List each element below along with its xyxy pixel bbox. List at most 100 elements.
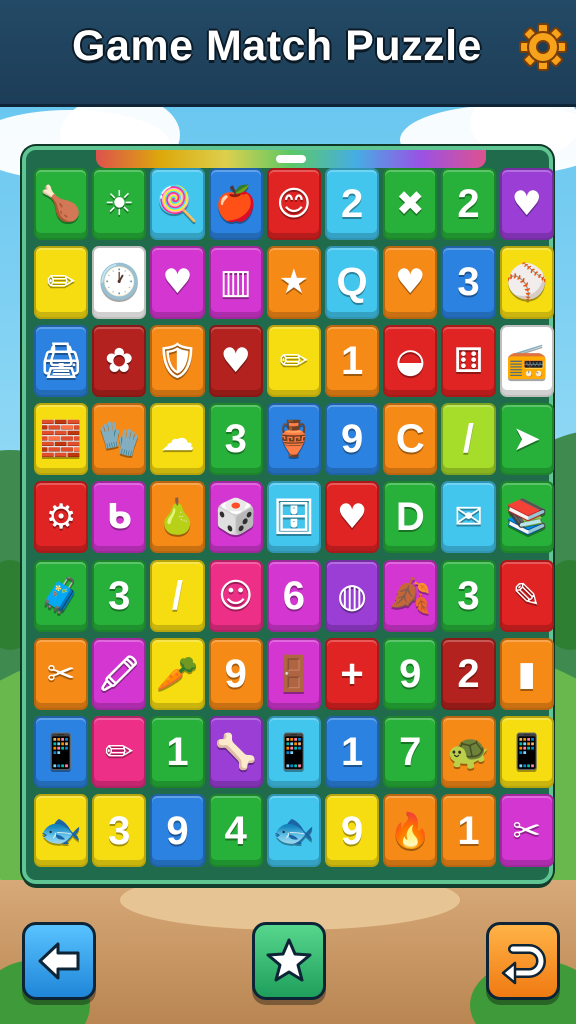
tile-symbol: ⚾ [505, 262, 548, 303]
tile-r1-c2[interactable]: ☀ [92, 168, 147, 241]
tile-r2-c1[interactable]: ✏ [34, 246, 89, 319]
tile-r6-c4[interactable]: ☺ [208, 559, 263, 632]
tile-r6-c1[interactable]: 🧳 [34, 559, 89, 632]
tile-r9-c9[interactable]: ✂ [499, 794, 554, 867]
tile-r4-c2[interactable]: 🧤 [92, 402, 147, 476]
tile-symbol: ▥ [219, 262, 252, 303]
tile-r6-c6[interactable]: ◍ [325, 559, 380, 632]
tile-r3-c7[interactable]: ◒ [383, 324, 438, 397]
tile-symbol: 🧳 [39, 575, 83, 616]
tile-symbol: 3 [457, 573, 480, 618]
tile-r3-c3[interactable]: 🛡 [150, 324, 205, 397]
tile-r7-c8[interactable]: 2 [441, 637, 496, 711]
tile-r1-c7[interactable]: ✖ [383, 168, 438, 241]
tile-r4-c3[interactable]: ☁ [150, 402, 205, 476]
tile-r2-c6[interactable]: Q [325, 246, 380, 319]
tile-symbol: 2 [340, 182, 364, 227]
tile-r1-c3[interactable]: 🍭 [150, 168, 205, 241]
tile-r3-c2[interactable]: ✿ [92, 324, 147, 397]
tile-symbol: 2 [457, 182, 480, 227]
tile-r1-c5[interactable]: 😊 [266, 168, 321, 241]
tile-r8-c1[interactable]: 📱 [34, 716, 89, 789]
tile-symbol: ★ [278, 262, 310, 303]
tile-r8-c3[interactable]: 1 [150, 716, 205, 789]
tile-r1-c4[interactable]: 🍎 [208, 168, 263, 241]
tile-r2-c7[interactable]: ♥ [383, 246, 438, 319]
tile-r8-c8[interactable]: 🐢 [441, 716, 496, 789]
tile-r6-c9[interactable]: ✎ [499, 559, 554, 632]
tile-r5-c7[interactable]: D [383, 481, 438, 554]
tile-r3-c4[interactable]: ♥ [208, 324, 263, 397]
tile-r9-c6[interactable]: 9 [325, 794, 380, 867]
tile-r3-c5[interactable]: ✏ [266, 324, 321, 397]
tile-r4-c9[interactable]: ➤ [499, 402, 554, 476]
tile-r4-c7[interactable]: C [383, 402, 438, 476]
tile-r3-c1[interactable]: 🖨 [34, 324, 89, 397]
tile-r4-c1[interactable]: 🧱 [34, 402, 89, 476]
tile-r1-c6[interactable]: 2 [325, 168, 380, 241]
tile-symbol: 9 [166, 808, 189, 853]
tile-symbol: ☺ [217, 575, 254, 616]
tile-r5-c4[interactable]: 🎲 [208, 481, 263, 554]
star-button[interactable] [252, 922, 326, 1000]
tile-r5-c9[interactable]: 📚 [499, 481, 554, 554]
tile-r8-c6[interactable]: 1 [325, 716, 380, 789]
tile-r8-c5[interactable]: 📱 [266, 716, 321, 789]
tile-r7-c7[interactable]: 9 [383, 637, 438, 711]
tile-r5-c5[interactable]: 🗄 [266, 481, 321, 554]
tile-r2-c5[interactable]: ★ [266, 246, 321, 319]
tile-r5-c1[interactable]: ⚙ [34, 481, 89, 554]
tile-r5-c3[interactable]: 🍐 [150, 481, 205, 554]
undo-button[interactable] [486, 922, 560, 1000]
tile-r8-c9[interactable]: 📱 [499, 716, 554, 789]
tile-symbol: 🗄 [272, 497, 316, 538]
tile-r6-c7[interactable]: 🍂 [383, 559, 438, 632]
tile-r3-c9[interactable]: 📻 [499, 324, 554, 397]
game-title: Game Match Puzzle [72, 22, 482, 70]
tile-r1-c8[interactable]: 2 [441, 168, 496, 241]
undo-icon [501, 944, 546, 985]
tile-r1-c9[interactable]: ♥ [499, 168, 554, 241]
tile-r2-c9[interactable]: ⚾ [499, 246, 554, 319]
tile-r4-c6[interactable]: 9 [325, 402, 380, 476]
tile-r7-c6[interactable]: + [325, 637, 380, 711]
back-button[interactable] [22, 922, 96, 1000]
tile-r5-c6[interactable]: ♥ [325, 481, 380, 554]
tile-r1-c1[interactable]: 🍗 [34, 168, 89, 241]
tile-r9-c4[interactable]: 4 [208, 794, 263, 867]
tile-r9-c7[interactable]: 🔥 [383, 794, 438, 867]
tile-r7-c3[interactable]: 🥕 [150, 637, 205, 711]
tile-r9-c1[interactable]: 🐟 [34, 794, 89, 867]
tile-r3-c6[interactable]: 1 [325, 324, 380, 397]
tile-r5-c2[interactable]: ᑲ [92, 481, 147, 554]
gear-icon[interactable] [518, 22, 568, 72]
tile-r7-c5[interactable]: 🚪 [266, 637, 321, 711]
tile-r5-c8[interactable]: ✉ [441, 481, 496, 554]
tile-r9-c3[interactable]: 9 [150, 794, 205, 867]
tile-r7-c4[interactable]: 9 [208, 637, 263, 711]
tile-r8-c7[interactable]: 7 [383, 716, 438, 789]
tile-r3-c8[interactable]: ⚅ [441, 324, 496, 397]
tile-r8-c2[interactable]: ✏ [92, 716, 147, 789]
tile-r8-c4[interactable]: 🦴 [208, 716, 263, 789]
tile-r2-c3[interactable]: ♥ [150, 246, 205, 319]
tile-r2-c4[interactable]: ▥ [208, 246, 263, 319]
tile-r6-c5[interactable]: 6 [266, 559, 321, 632]
tile-r6-c2[interactable]: 3 [92, 559, 147, 632]
tile-symbol: 🖍 [97, 653, 141, 694]
tile-r9-c2[interactable]: 3 [92, 794, 147, 867]
tile-symbol: ♥ [220, 340, 251, 381]
tile-r6-c8[interactable]: 3 [441, 559, 496, 632]
tile-r4-c8[interactable]: / [441, 402, 496, 476]
tile-r7-c2[interactable]: 🖍 [92, 637, 147, 711]
tile-symbol: ✖ [396, 184, 425, 225]
tile-r4-c4[interactable]: 3 [208, 402, 263, 476]
tile-r9-c8[interactable]: 1 [441, 794, 496, 867]
tile-r6-c3[interactable]: / [150, 559, 205, 632]
tile-r2-c2[interactable]: 🕐 [92, 246, 147, 319]
tile-r7-c9[interactable]: ▮ [499, 637, 554, 711]
tile-r4-c5[interactable]: 🏺 [266, 402, 321, 476]
tile-r7-c1[interactable]: ✂ [34, 637, 89, 711]
tile-r2-c8[interactable]: 3 [441, 246, 496, 319]
tile-r9-c5[interactable]: 🐟 [266, 794, 321, 867]
